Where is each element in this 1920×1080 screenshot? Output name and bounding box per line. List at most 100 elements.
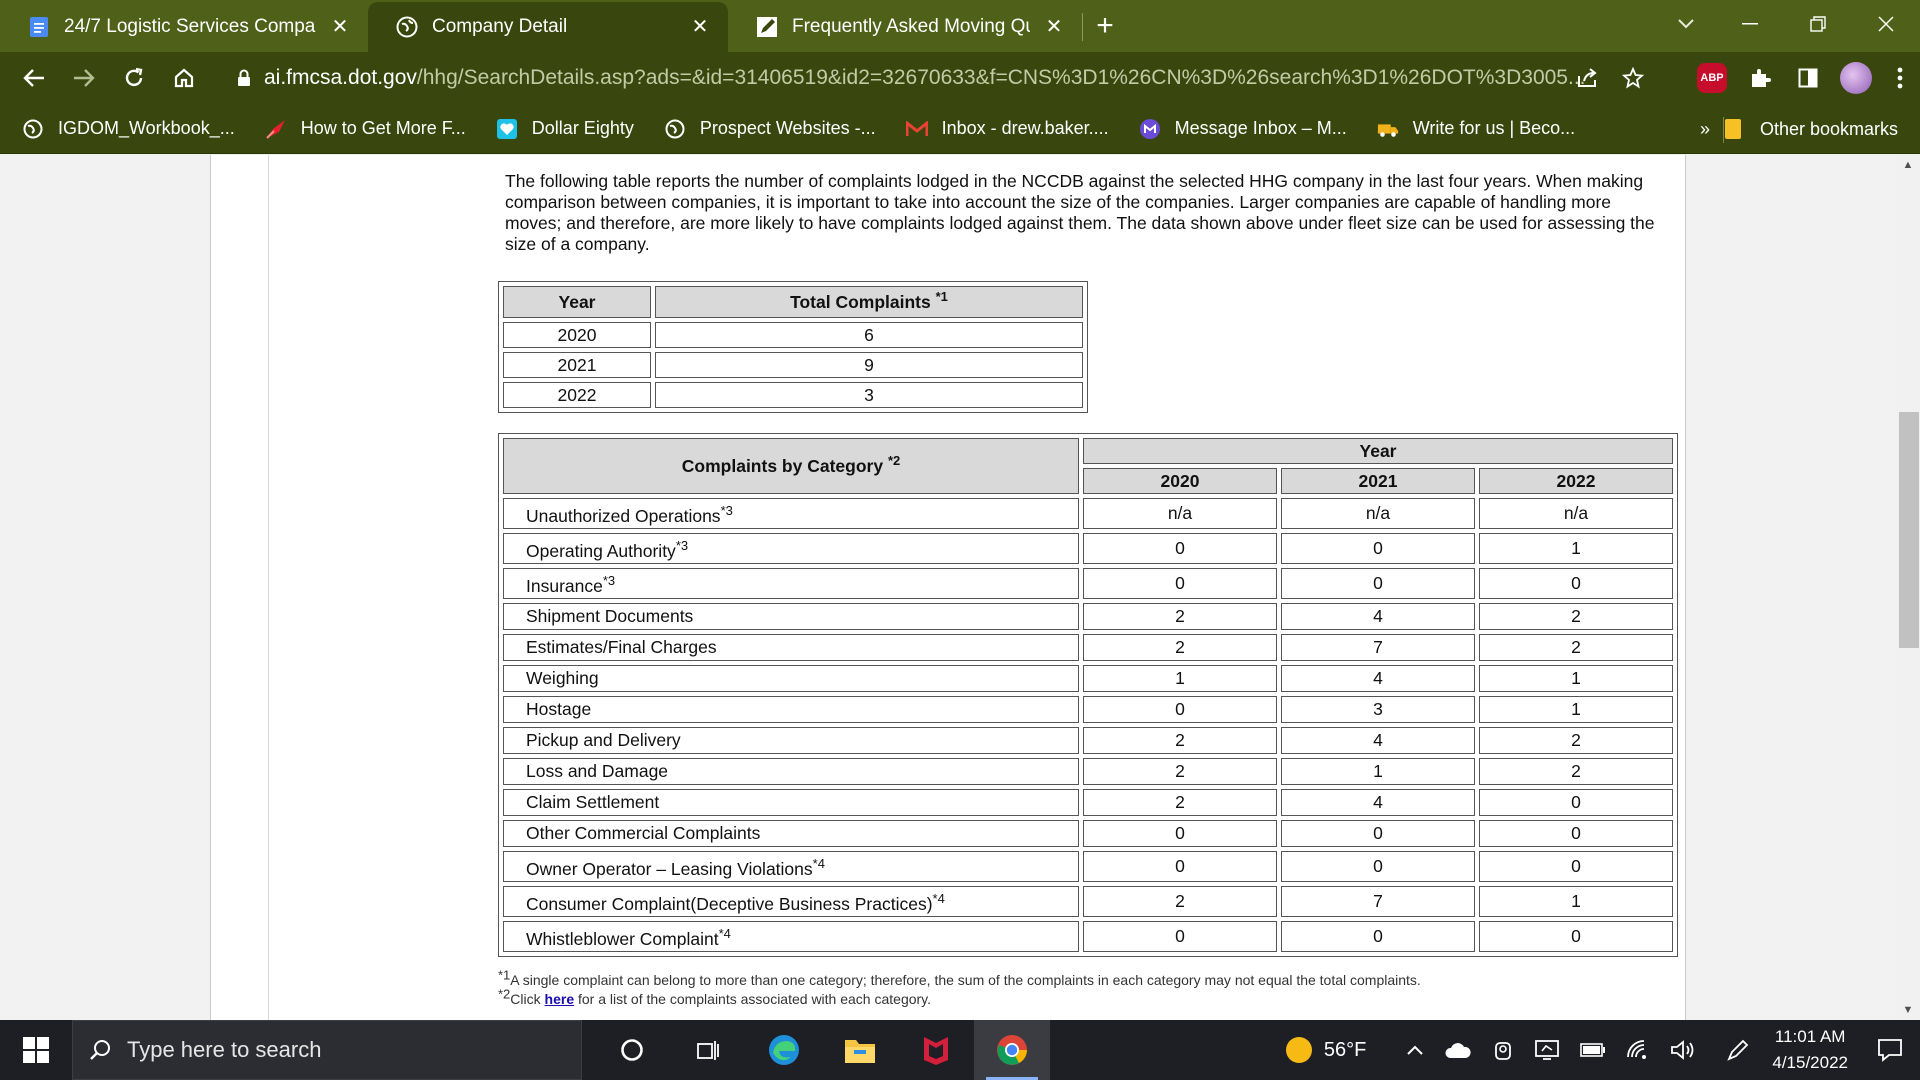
scroll-up-icon[interactable]: ▲	[1896, 155, 1920, 175]
complaints-by-category-table: Complaints by Category *2 Year 2020 2021…	[498, 433, 1678, 957]
intro-paragraph: The following table reports the number o…	[505, 171, 1655, 254]
count-cell: 0	[1083, 851, 1277, 882]
profile-avatar-icon[interactable]	[1832, 52, 1880, 104]
omnibox-actions	[1564, 56, 1656, 100]
tab-docs[interactable]: 24/7 Logistic Services Company F ✕	[0, 2, 368, 52]
mcafee-icon[interactable]	[898, 1020, 974, 1080]
scroll-down-icon[interactable]: ▼	[1896, 1000, 1920, 1020]
taskbar-search-input[interactable]: Type here to search	[72, 1020, 582, 1080]
footnote-ref: *3	[602, 573, 616, 589]
other-bookmarks[interactable]: Other bookmarks	[1724, 109, 1920, 149]
network-display-icon[interactable]	[1524, 1020, 1570, 1080]
windows-start-icon[interactable]	[0, 1020, 72, 1080]
bookmarks-overflow-button[interactable]: »	[1700, 109, 1710, 149]
count-cell: 0	[1479, 568, 1673, 599]
address-bar[interactable]: ai.fmcsa.dot.gov/hhg/SearchDetails.asp?a…	[216, 56, 1656, 100]
temperature: 56°F	[1323, 1038, 1367, 1061]
lock-icon[interactable]	[224, 69, 264, 87]
count-cell: 0	[1083, 921, 1277, 952]
tab-faq[interactable]: Frequently Asked Moving Questi ✕	[728, 2, 1082, 52]
category-name: Shipment Documents	[526, 606, 694, 626]
year-header: 2021	[1281, 468, 1475, 494]
count-cell: 0	[1083, 696, 1277, 723]
count-cell: 1	[1479, 665, 1673, 692]
close-window-icon[interactable]	[1852, 0, 1920, 48]
count-cell: 0	[1479, 820, 1673, 847]
table-row: Operating Authority*3 0 0 1	[503, 533, 1673, 564]
count-cell: 2	[1479, 603, 1673, 630]
category-cell: Shipment Documents	[503, 603, 1079, 630]
bookmark-message-inbox[interactable]: Message Inbox – M...	[1119, 109, 1357, 149]
new-tab-button[interactable]: +	[1083, 2, 1127, 52]
total-complaints-header: Total Complaints *1	[655, 286, 1083, 318]
onedrive-icon[interactable]	[1434, 1020, 1482, 1080]
close-icon[interactable]: ✕	[688, 15, 712, 39]
category-cell: Estimates/Final Charges	[503, 634, 1079, 661]
count-cell: n/a	[1083, 498, 1277, 529]
wifi-icon[interactable]	[1616, 1020, 1660, 1080]
bookmark-igdom[interactable]: IGDOM_Workbook_...	[0, 109, 245, 149]
scrollbar-thumb[interactable]	[1899, 412, 1919, 648]
page-viewport: The following table reports the number o…	[0, 155, 1896, 1020]
chrome-icon[interactable]	[974, 1020, 1050, 1080]
count-cell: n/a	[1281, 498, 1475, 529]
globe-icon	[396, 16, 418, 38]
year-cell: 2022	[503, 382, 651, 408]
clock-time: 11:01 AM	[1774, 1027, 1846, 1046]
task-view-icon[interactable]	[670, 1020, 746, 1080]
count-cell: 0	[1083, 820, 1277, 847]
notification-icon[interactable]	[1860, 1020, 1920, 1080]
bookmark-dollar-eighty[interactable]: Dollar Eighty	[476, 109, 644, 149]
share-icon[interactable]	[1564, 56, 1610, 100]
footnote-ref: *4	[932, 891, 945, 907]
battery-icon[interactable]	[1570, 1020, 1616, 1080]
complaints-list-link[interactable]: here	[545, 991, 575, 1007]
side-panel-icon[interactable]	[1784, 52, 1832, 104]
table-row: Insurance*3 0 0 0	[503, 568, 1673, 599]
table-row: Owner Operator – Leasing Violations*4 0 0 0	[503, 851, 1673, 882]
restore-icon[interactable]	[1784, 0, 1852, 48]
tab-title: Frequently Asked Moving Questi	[792, 16, 1030, 37]
cortana-icon[interactable]	[594, 1020, 670, 1080]
category-name: Insurance	[526, 576, 603, 596]
windows-taskbar: Type here to search 56°F 11:01 AM 4/15/2…	[0, 1020, 1920, 1080]
bookmark-write-for-us[interactable]: Write for us | Beco...	[1357, 109, 1585, 149]
footnote-mark: *2	[498, 986, 511, 1002]
bookmark-inbox[interactable]: Inbox - drew.baker....	[886, 109, 1119, 149]
count-cell: 2	[1083, 727, 1277, 754]
clock[interactable]: 11:01 AM 4/15/2022	[1760, 1024, 1860, 1076]
count-cell: 1	[1083, 665, 1277, 692]
vertical-scrollbar[interactable]: ▲ ▼	[1896, 155, 1920, 1020]
edge-icon[interactable]	[746, 1020, 822, 1080]
year-cell: 2020	[503, 322, 651, 348]
category-cell: Hostage	[503, 696, 1079, 723]
category-cell: Owner Operator – Leasing Violations*4	[503, 851, 1079, 882]
minimize-icon[interactable]	[1716, 0, 1784, 48]
volume-icon[interactable]	[1660, 1020, 1706, 1080]
home-icon[interactable]	[162, 56, 206, 100]
messenger-icon	[1139, 118, 1161, 140]
meet-now-icon[interactable]	[1482, 1020, 1524, 1080]
pen-icon[interactable]	[1716, 1020, 1760, 1080]
menu-kebab-icon[interactable]	[1880, 52, 1920, 104]
forward-icon[interactable]	[62, 56, 106, 100]
back-icon[interactable]	[12, 56, 56, 100]
globe-icon	[22, 118, 44, 140]
weather-widget[interactable]: 56°F	[1274, 1020, 1376, 1080]
puzzle-icon[interactable]	[1736, 52, 1784, 104]
tab-search-icon[interactable]	[1666, 8, 1706, 40]
close-icon[interactable]: ✕	[328, 15, 352, 39]
chevron-up-icon[interactable]	[1396, 1020, 1434, 1080]
reload-icon[interactable]	[112, 56, 156, 100]
count-cell: 7	[1281, 886, 1475, 917]
tab-company-detail[interactable]: Company Detail ✕	[368, 2, 728, 52]
bookmark-how-to-get-more[interactable]: How to Get More F...	[245, 109, 476, 149]
footnote-ref: *1	[935, 288, 948, 304]
file-explorer-icon[interactable]	[822, 1020, 898, 1080]
table-row: Claim Settlement 2 4 0	[503, 789, 1673, 816]
category-cell: Whistleblower Complaint*4	[503, 921, 1079, 952]
adblock-icon[interactable]: ABP	[1688, 52, 1736, 104]
bookmark-star-icon[interactable]	[1610, 56, 1656, 100]
close-icon[interactable]: ✕	[1042, 15, 1066, 39]
bookmark-prospect-websites[interactable]: Prospect Websites -...	[644, 109, 886, 149]
